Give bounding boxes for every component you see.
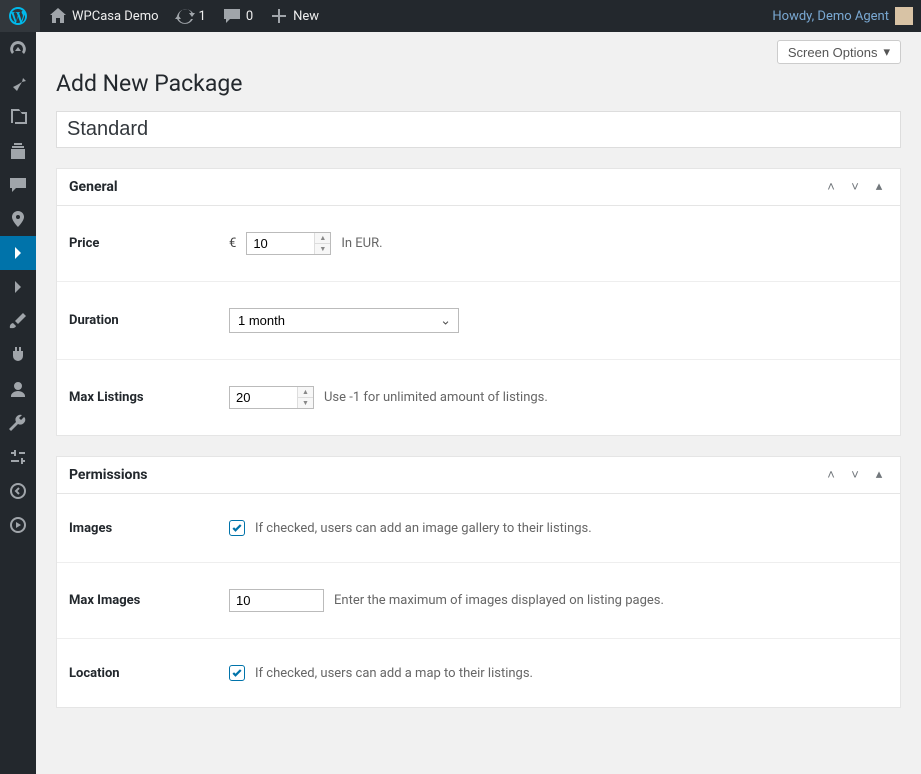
menu-plugins[interactable] (0, 338, 36, 372)
chevron-right-icon (8, 277, 28, 297)
comments-count: 0 (246, 9, 253, 24)
wrench-icon (8, 413, 28, 433)
menu-appearance[interactable] (0, 304, 36, 338)
wordpress-icon (8, 6, 28, 26)
field-max-listings: Max Listings ▲▼ Use -1 for unlimited amo… (57, 360, 900, 435)
check-icon (231, 667, 243, 679)
comments-link[interactable]: 0 (214, 0, 261, 32)
dashboard-icon (8, 39, 28, 59)
user-name-label: Demo Agent (817, 9, 889, 24)
wp-logo[interactable] (0, 0, 40, 32)
panel-general: General ˄ ˅ ▴ Price € ▲▼ In EUR. Duratio… (56, 168, 901, 436)
panel-toggle-icon[interactable]: ▴ (870, 467, 888, 483)
home-icon (48, 6, 68, 26)
field-images: Images If checked, users can add an imag… (57, 494, 900, 563)
sliders-icon (8, 447, 28, 467)
site-name-label: WPCasa Demo (72, 9, 159, 24)
menu-posts[interactable] (0, 66, 36, 100)
spin-up-icon[interactable]: ▲ (314, 233, 330, 244)
content-area: Screen Options ▾ Add New Package General… (36, 32, 921, 748)
menu-tools[interactable] (0, 406, 36, 440)
field-location: Location If checked, users can add a map… (57, 639, 900, 707)
panel-move-up-icon[interactable]: ˄ (822, 179, 840, 195)
menu-media[interactable] (0, 100, 36, 134)
panel-toggle-icon[interactable]: ▴ (870, 179, 888, 195)
duration-select[interactable]: 1 month (229, 308, 459, 333)
user-icon (8, 379, 28, 399)
menu-play[interactable] (0, 508, 36, 542)
menu-active[interactable] (0, 236, 36, 270)
site-name-link[interactable]: WPCasa Demo (40, 0, 167, 32)
avatar (895, 7, 913, 25)
spin-down-icon[interactable]: ▼ (297, 398, 313, 408)
spin-down-icon[interactable]: ▼ (314, 244, 330, 254)
panel-general-header[interactable]: General ˄ ˅ ▴ (57, 169, 900, 206)
panel-permissions: Permissions ˄ ˅ ▴ Images If checked, use… (56, 456, 901, 708)
new-content-label: New (293, 9, 319, 24)
page-title: Add New Package (56, 70, 901, 97)
check-icon (231, 522, 243, 534)
play-icon (8, 515, 28, 535)
max-images-hint: Enter the maximum of images displayed on… (334, 593, 664, 608)
field-duration: Duration 1 month ⌄ (57, 282, 900, 360)
max-listings-hint: Use -1 for unlimited amount of listings. (324, 390, 548, 405)
screen-options-button[interactable]: Screen Options ▾ (777, 40, 901, 64)
currency-symbol: € (229, 236, 236, 251)
panel-permissions-heading: Permissions (69, 467, 147, 483)
panel-move-up-icon[interactable]: ˄ (822, 467, 840, 483)
menu-users[interactable] (0, 372, 36, 406)
menu-pages[interactable] (0, 134, 36, 168)
updates-link[interactable]: 1 (167, 0, 214, 32)
pages-icon (8, 141, 28, 161)
location-checkbox[interactable] (229, 665, 245, 681)
panel-move-down-icon[interactable]: ˅ (846, 179, 864, 195)
images-checkbox[interactable] (229, 520, 245, 536)
comment-icon (222, 6, 242, 26)
menu-settings[interactable] (0, 440, 36, 474)
account-link[interactable]: Howdy, Demo Agent (764, 0, 921, 32)
updates-count: 1 (199, 9, 206, 24)
field-max-images: Max Images Enter the maximum of images d… (57, 563, 900, 639)
package-title-input[interactable] (56, 111, 901, 148)
menu-collapse[interactable] (0, 474, 36, 508)
panel-move-down-icon[interactable]: ˅ (846, 467, 864, 483)
max-images-input[interactable] (229, 589, 324, 612)
menu-comments[interactable] (0, 168, 36, 202)
plugin-icon (8, 345, 28, 365)
collapse-icon (8, 481, 28, 501)
admin-bar: WPCasa Demo 1 0 New Howdy, Demo Agent (0, 0, 921, 32)
plus-icon (269, 6, 289, 26)
brush-icon (8, 311, 28, 331)
menu-location[interactable] (0, 202, 36, 236)
panel-permissions-header[interactable]: Permissions ˄ ˅ ▴ (57, 457, 900, 494)
update-icon (175, 6, 195, 26)
images-hint: If checked, users can add an image galle… (255, 521, 592, 536)
comment-icon (8, 175, 28, 195)
pin-icon (8, 73, 28, 93)
price-hint: In EUR. (341, 236, 382, 251)
chevron-right-icon (8, 243, 28, 263)
admin-menu (0, 32, 36, 774)
location-icon (8, 209, 28, 229)
menu-dashboard[interactable] (0, 32, 36, 66)
location-hint: If checked, users can add a map to their… (255, 666, 533, 681)
field-price: Price € ▲▼ In EUR. (57, 206, 900, 282)
spin-up-icon[interactable]: ▲ (297, 387, 313, 398)
panel-general-heading: General (69, 179, 118, 195)
menu-next[interactable] (0, 270, 36, 304)
new-content-link[interactable]: New (261, 0, 327, 32)
chevron-down-icon: ▾ (883, 44, 890, 60)
media-icon (8, 107, 28, 127)
